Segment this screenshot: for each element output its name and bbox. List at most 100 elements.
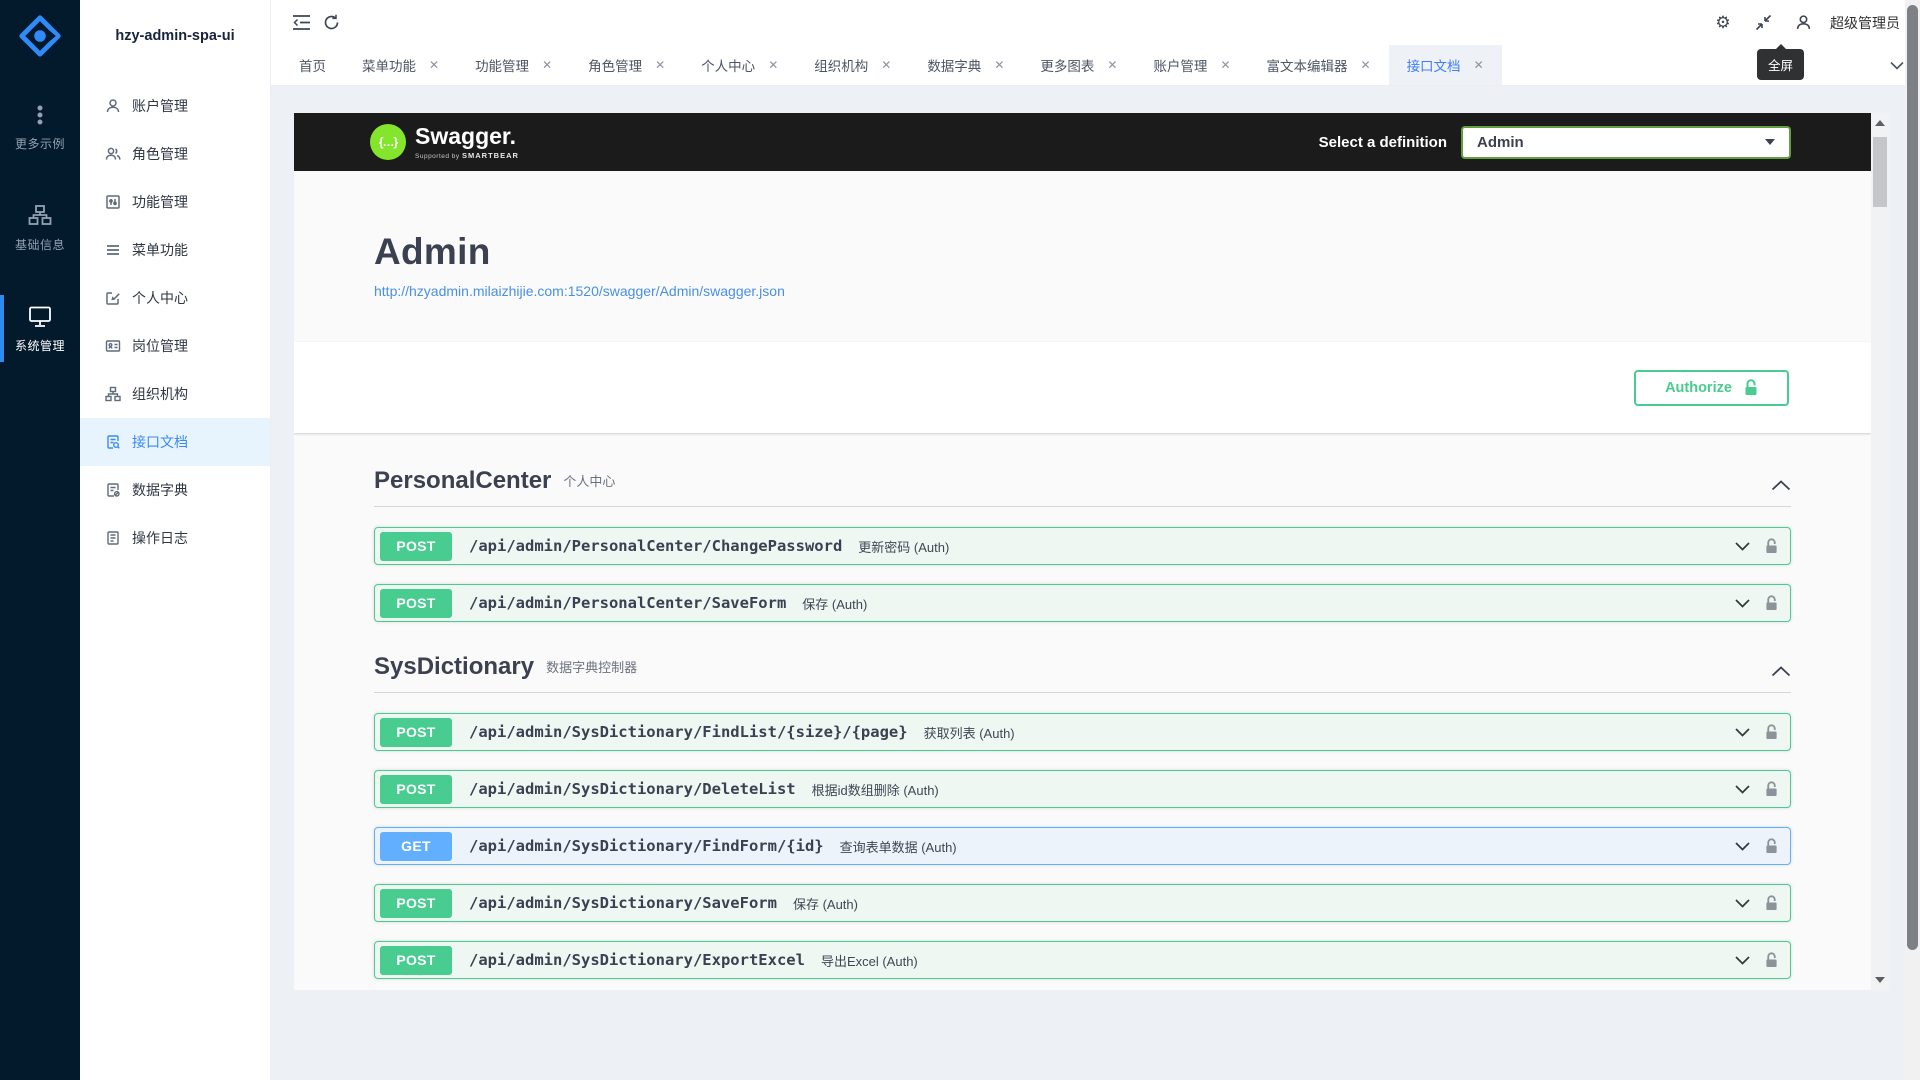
method-badge: POST [380, 532, 452, 561]
unlocked-padlock-icon[interactable] [1765, 838, 1778, 854]
sidebar-item-roles[interactable]: 角色管理 [80, 130, 270, 178]
endpoint-row[interactable]: POST /api/admin/SysDictionary/SaveForm 保… [374, 884, 1791, 922]
endpoint-row[interactable]: GET /api/admin/SysDictionary/FindForm/{i… [374, 827, 1791, 865]
fullscreen-icon [1755, 14, 1772, 31]
doc-search-icon [105, 434, 121, 450]
chevron-down-icon[interactable] [1735, 728, 1750, 737]
sidebar-item-label: 功能管理 [132, 192, 188, 212]
scroll-down-arrow-icon[interactable] [1875, 977, 1885, 983]
sidebar-item-functions[interactable]: 功能管理 [80, 178, 270, 226]
browser-scrollbar[interactable] [1905, 0, 1920, 1080]
endpoint-row[interactable]: POST /api/admin/SysDictionary/FindList/{… [374, 713, 1791, 751]
app-logo[interactable] [0, 0, 80, 64]
section-header[interactable]: PersonalCenter 个人中心 [374, 469, 1791, 507]
sidebar-menu: 账户管理 角色管理 功能管理 菜单功能 个人 [80, 72, 270, 562]
tab-home[interactable]: 首页 [281, 45, 344, 85]
swagger-info-section: Admin http://hzyadmin.milaizhijie.com:15… [294, 171, 1871, 301]
tab-organization[interactable]: 组织机构✕ [796, 45, 909, 85]
collapse-sidebar-button[interactable] [286, 8, 316, 38]
chevron-down-icon[interactable] [1735, 956, 1750, 965]
diamond-logo-icon [17, 13, 63, 59]
swagger-logo-icon: {…} [370, 124, 406, 160]
swagger-json-link[interactable]: http://hzyadmin.milaizhijie.com:1520/swa… [374, 283, 785, 299]
tab-close-icon[interactable]: ✕ [429, 58, 439, 72]
endpoint-path: /api/admin/SysDictionary/SaveForm [469, 894, 777, 912]
unlocked-padlock-icon[interactable] [1765, 538, 1778, 554]
swagger-logo: {…} Swagger. Supported by SMARTBEAR [370, 124, 519, 160]
sidebar-item-api-docs[interactable]: 接口文档 [80, 418, 270, 466]
endpoint-row[interactable]: POST /api/admin/SysDictionary/DeleteList… [374, 770, 1791, 808]
tab-function-admin[interactable]: 功能管理 ✕ [457, 45, 570, 85]
unlocked-padlock-icon[interactable] [1765, 724, 1778, 740]
scroll-up-arrow-icon[interactable] [1875, 120, 1885, 126]
rail-item-basic-info[interactable]: 基础信息 [0, 190, 80, 265]
chevron-down-icon [1890, 61, 1904, 70]
authorize-button[interactable]: Authorize [1634, 370, 1789, 406]
chevron-down-icon[interactable] [1735, 785, 1750, 794]
unlocked-padlock-icon[interactable] [1765, 781, 1778, 797]
refresh-icon [323, 14, 340, 31]
section-header[interactable]: SysDictionary 数据字典控制器 [374, 655, 1791, 693]
tab-close-icon[interactable]: ✕ [1107, 58, 1117, 72]
top-toolbar: ⚙ 超级管理员 [271, 0, 1920, 45]
tab-api-docs[interactable]: 接口文档✕ [1389, 45, 1502, 85]
endpoint-row[interactable]: POST /api/admin/SysDictionary/ExportExce… [374, 941, 1791, 979]
tab-close-icon[interactable]: ✕ [655, 58, 665, 72]
tab-label: 功能管理 [475, 55, 529, 75]
settings-button[interactable]: ⚙ [1708, 8, 1738, 38]
collapse-section-button[interactable] [1771, 666, 1791, 679]
sidebar-item-accounts[interactable]: 账户管理 [80, 82, 270, 130]
menu-lines-icon [105, 242, 121, 258]
tab-close-icon[interactable]: ✕ [1220, 58, 1230, 72]
tab-more-charts[interactable]: 更多图表✕ [1022, 45, 1135, 85]
sidebar-item-menus[interactable]: 菜单功能 [80, 226, 270, 274]
tab-dictionary[interactable]: 数据字典✕ [909, 45, 1022, 85]
sidebar-item-dictionary[interactable]: 数据字典 [80, 466, 270, 514]
collapse-section-button[interactable] [1771, 480, 1791, 493]
tab-close-icon[interactable]: ✕ [768, 58, 778, 72]
endpoint-row[interactable]: POST /api/admin/PersonalCenter/ChangePas… [374, 527, 1791, 565]
sidebar-item-operation-logs[interactable]: 操作日志 [80, 514, 270, 562]
org-nodes-icon [105, 386, 121, 402]
chevron-down-icon[interactable] [1735, 842, 1750, 851]
tab-close-icon[interactable]: ✕ [1474, 58, 1484, 72]
swagger-scrollbar[interactable] [1871, 113, 1889, 990]
endpoint-actions [1735, 781, 1778, 797]
tab-role-admin[interactable]: 角色管理✕ [570, 45, 683, 85]
tab-menu-functions[interactable]: 菜单功能✕ [344, 45, 457, 85]
rail-item-system-admin[interactable]: 系统管理 [0, 291, 80, 366]
tab-close-icon[interactable]: ✕ [994, 58, 1004, 72]
sidebar-item-positions[interactable]: 岗位管理 [80, 322, 270, 370]
refresh-button[interactable] [316, 8, 346, 38]
chevron-down-icon[interactable] [1735, 599, 1750, 608]
unlocked-padlock-icon[interactable] [1765, 895, 1778, 911]
tab-close-icon[interactable]: ✕ [1361, 58, 1371, 72]
endpoint-actions [1735, 724, 1778, 740]
chevron-down-icon[interactable] [1735, 542, 1750, 551]
definition-select[interactable]: Admin [1461, 126, 1791, 159]
sidebar-item-personal-center[interactable]: 个人中心 [80, 274, 270, 322]
section-personalcenter: PersonalCenter 个人中心 POST /api/admin/Pers… [374, 469, 1791, 622]
sidebar-item-label: 接口文档 [132, 432, 188, 452]
endpoint-row[interactable]: POST /api/admin/PersonalCenter/SaveForm … [374, 584, 1791, 622]
user-avatar-button[interactable] [1788, 8, 1818, 38]
rail-item-more-examples[interactable]: 更多示例 [0, 90, 80, 164]
sidebar-item-organization[interactable]: 组织机构 [80, 370, 270, 418]
current-user-name[interactable]: 超级管理员 [1830, 13, 1900, 33]
tab-personal-center[interactable]: 个人中心✕ [683, 45, 796, 85]
method-badge: POST [380, 589, 452, 618]
tab-rich-text-editor[interactable]: 富文本编辑器✕ [1249, 45, 1389, 85]
unlocked-padlock-icon [1744, 379, 1758, 396]
chevron-down-icon[interactable] [1735, 899, 1750, 908]
unlocked-padlock-icon[interactable] [1765, 952, 1778, 968]
swagger-scrollbar-thumb[interactable] [1873, 137, 1887, 207]
users-icon [105, 146, 121, 162]
tab-account-admin[interactable]: 账户管理✕ [1135, 45, 1248, 85]
browser-scrollbar-thumb[interactable] [1907, 5, 1918, 950]
tab-close-icon[interactable]: ✕ [542, 58, 552, 72]
unlocked-padlock-icon[interactable] [1765, 595, 1778, 611]
monitor-icon [28, 305, 52, 328]
fullscreen-button[interactable] [1748, 8, 1778, 38]
method-badge: GET [380, 832, 452, 861]
tab-close-icon[interactable]: ✕ [881, 58, 891, 72]
